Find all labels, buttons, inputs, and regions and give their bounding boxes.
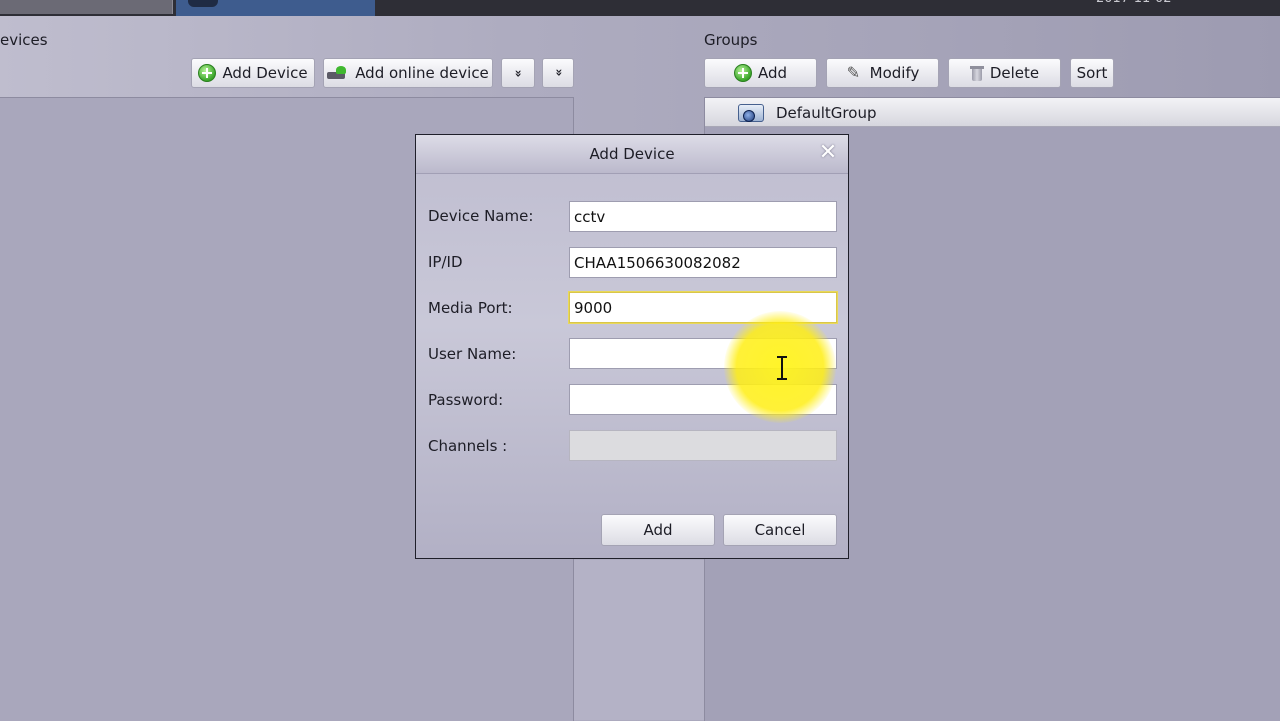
user-name-label: User Name: [428, 345, 517, 363]
tab-icon [188, 0, 218, 7]
double-chevron-down-icon: » [510, 69, 525, 77]
top-tab-active[interactable] [176, 0, 375, 16]
media-port-label: Media Port: [428, 299, 513, 317]
online-device-icon [327, 66, 349, 80]
add-online-device-label: Add online device [355, 64, 489, 82]
media-port-field[interactable] [569, 292, 837, 323]
ip-id-label: IP/ID [428, 253, 463, 271]
clock-readout: 2017-11-02 [1096, 0, 1172, 6]
collapse-all-button[interactable]: « [542, 58, 574, 88]
group-modify-label: Modify [869, 64, 920, 82]
add-device-button[interactable]: Add Device [191, 58, 315, 88]
group-item-defaultgroup[interactable]: DefaultGroup [705, 98, 1280, 127]
panel-divider [574, 560, 705, 720]
trash-icon [969, 65, 984, 81]
plus-circle-icon [733, 64, 752, 82]
add-device-dialog: Add Device ✕ Device Name: IP/ID Media Po… [415, 134, 849, 559]
channels-label: Channels : [428, 437, 508, 455]
user-name-field[interactable] [569, 338, 837, 369]
password-field[interactable] [569, 384, 837, 415]
double-chevron-up-icon: « [550, 69, 565, 77]
top-bar: 2017-11-02 [0, 0, 1280, 16]
group-sort-label: Sort [1076, 64, 1108, 82]
device-name-field[interactable] [569, 201, 837, 232]
devices-panel-title: evices [0, 31, 48, 49]
device-name-label: Device Name: [428, 207, 534, 225]
ip-id-field[interactable] [569, 247, 837, 278]
group-add-button[interactable]: Add [704, 58, 817, 88]
text-cursor-icon [777, 356, 787, 380]
top-tab-left[interactable] [0, 0, 173, 14]
plus-circle-icon [198, 64, 217, 82]
group-item-label: DefaultGroup [776, 104, 877, 122]
camera-group-icon-lens [743, 110, 755, 122]
groups-panel-title: Groups [704, 31, 758, 49]
group-modify-button[interactable]: Modify [826, 58, 939, 88]
add-device-label: Add Device [222, 64, 308, 82]
group-add-label: Add [757, 64, 788, 82]
add-online-device-button[interactable]: Add online device [323, 58, 493, 88]
dialog-title: Add Device [589, 145, 675, 163]
password-label: Password: [428, 391, 504, 409]
group-sort-button[interactable]: Sort [1070, 58, 1114, 88]
expand-all-button[interactable]: » [501, 58, 535, 88]
dialog-cancel-button[interactable]: Cancel [723, 514, 837, 546]
group-delete-button[interactable]: Delete [948, 58, 1061, 88]
dialog-add-button[interactable]: Add [601, 514, 715, 546]
dialog-title-bar[interactable]: Add Device ✕ [416, 135, 848, 174]
group-delete-label: Delete [989, 64, 1040, 82]
channels-field [569, 430, 837, 461]
close-icon[interactable]: ✕ [816, 140, 840, 166]
pencil-icon [846, 63, 864, 82]
camera-group-icon [738, 104, 764, 124]
text-cursor-stem [781, 356, 783, 380]
text-cursor-bottom [777, 378, 787, 380]
